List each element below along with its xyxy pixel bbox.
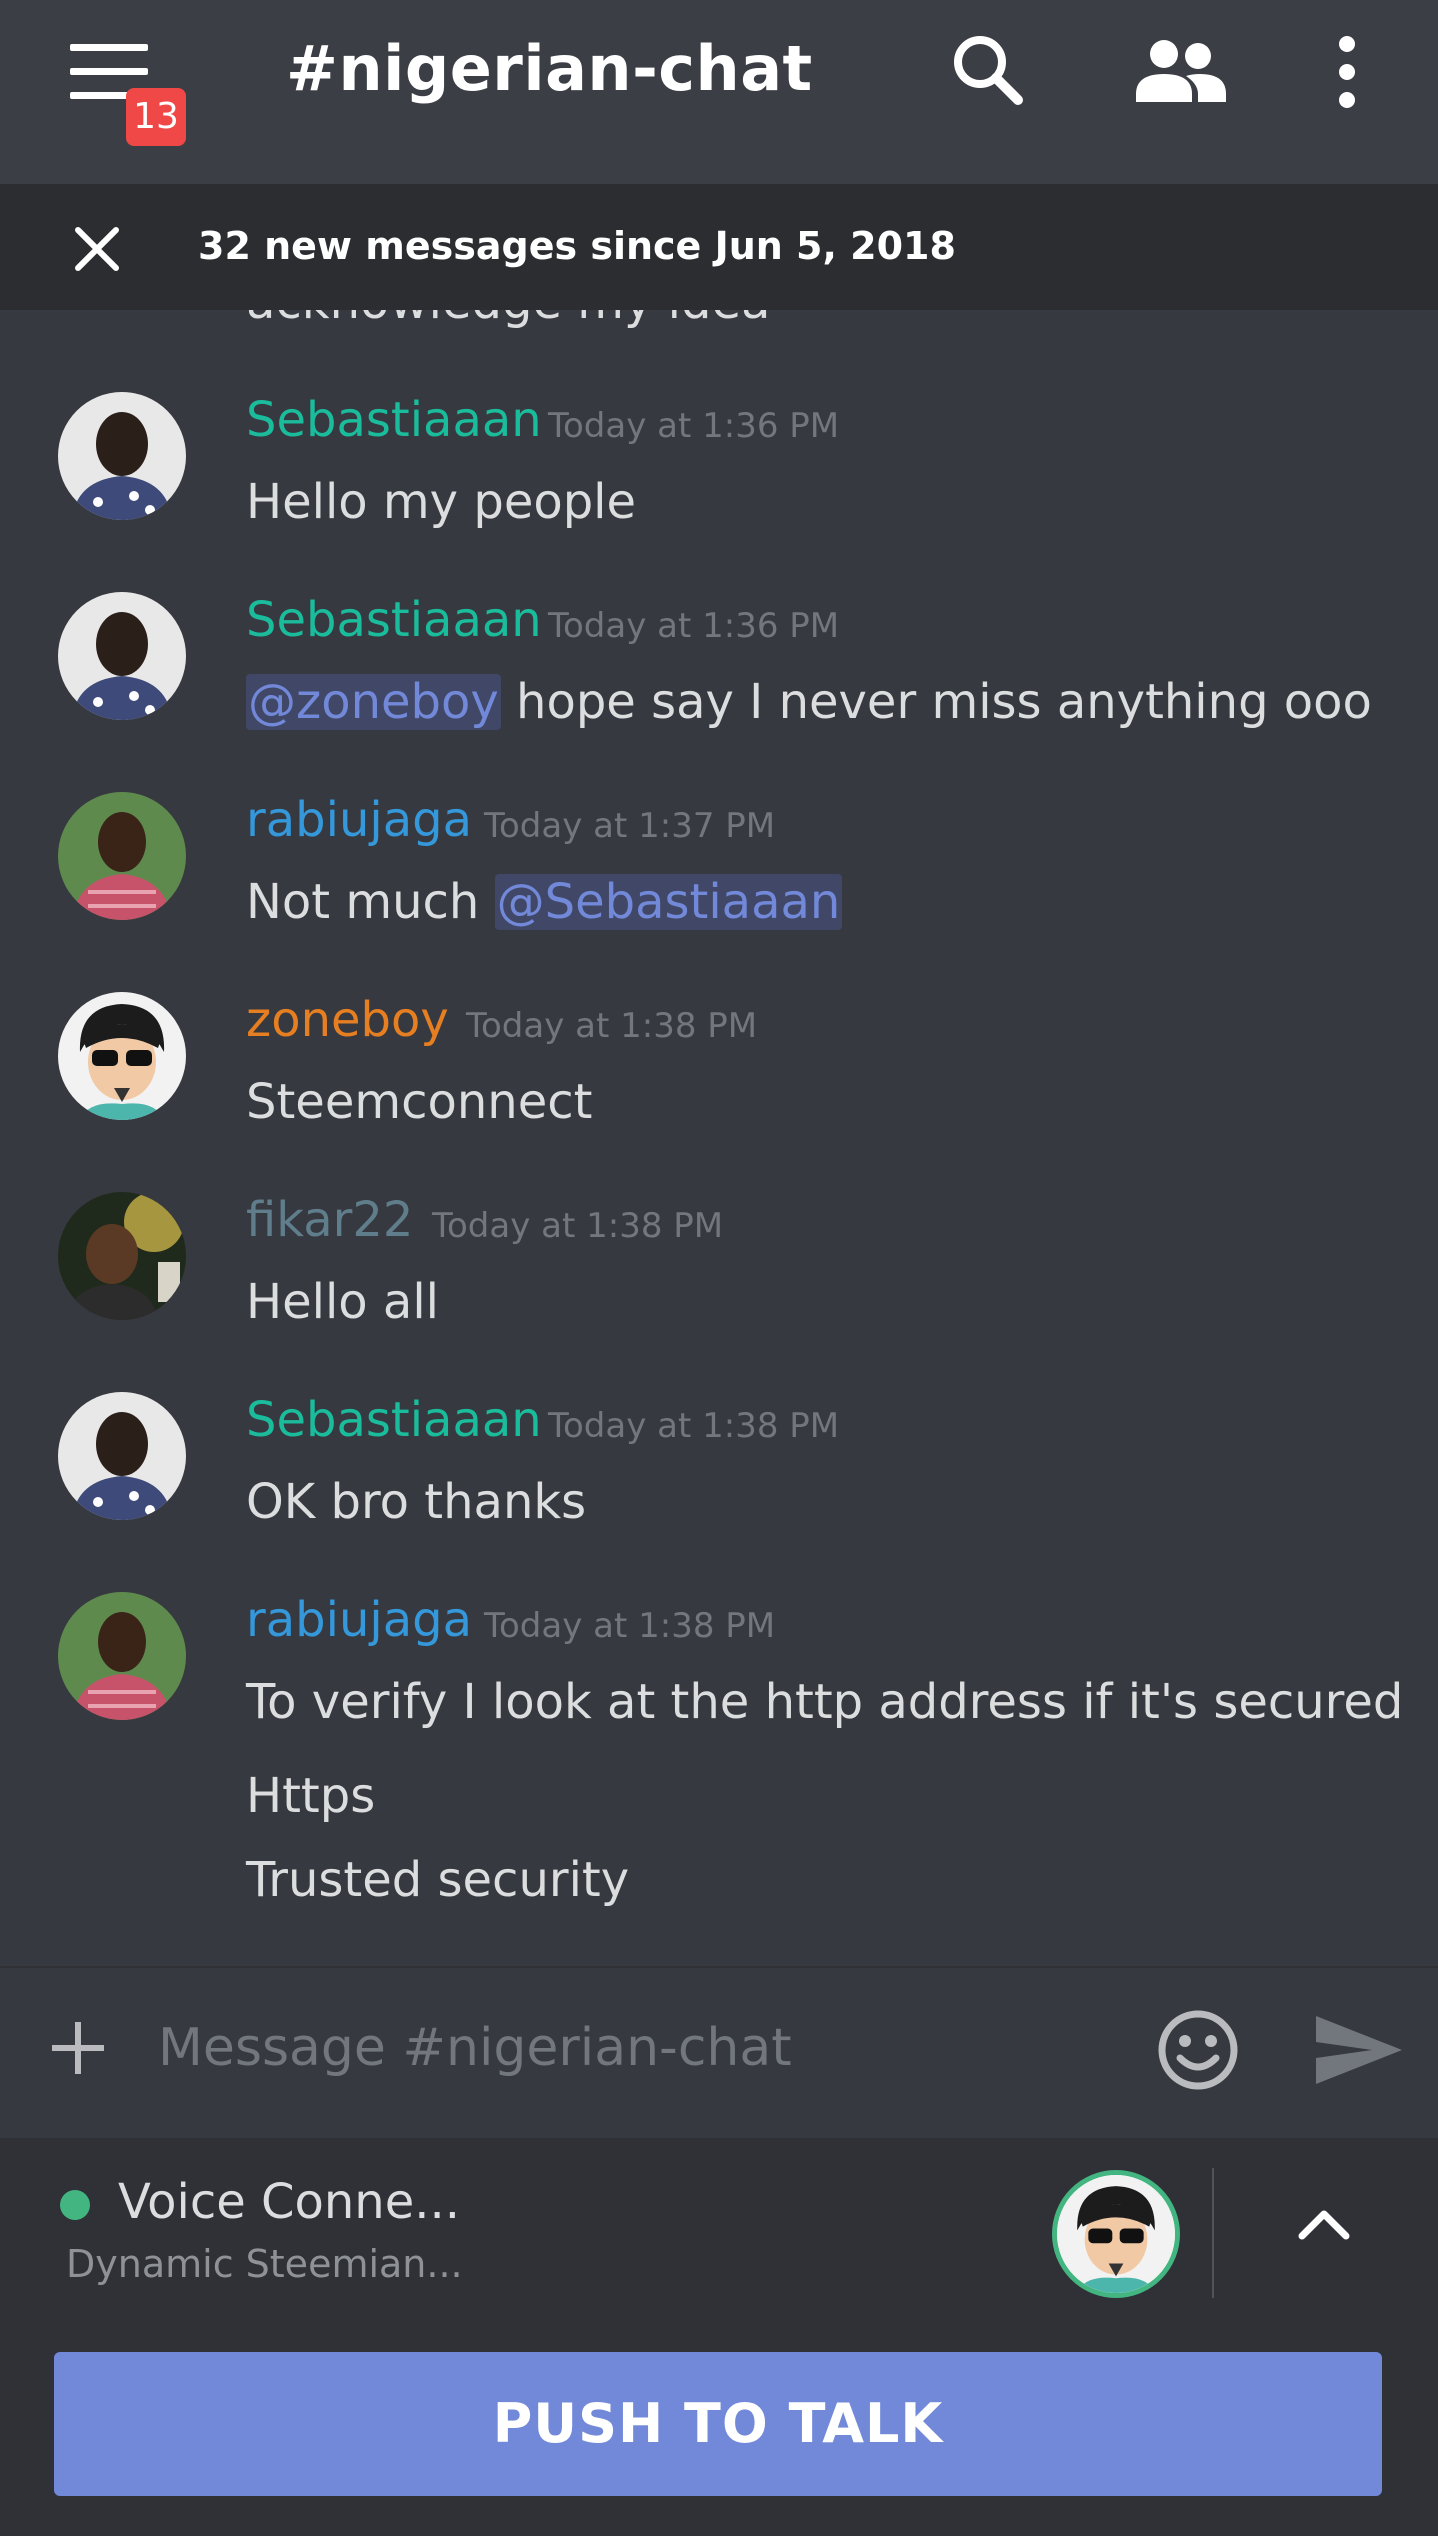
user-mention[interactable]: @zoneboy — [246, 674, 501, 730]
avatar[interactable] — [58, 1192, 186, 1320]
channel-title: #nigerian-chat — [286, 32, 813, 105]
message-author[interactable]: zoneboy — [246, 992, 449, 1048]
members-icon[interactable] — [1130, 30, 1230, 110]
message-author[interactable]: fikar22 — [246, 1192, 413, 1248]
avatar[interactable] — [58, 1392, 186, 1520]
send-icon[interactable] — [1314, 2014, 1404, 2086]
voice-user-avatar[interactable] — [1052, 2170, 1180, 2298]
chevron-up-icon[interactable] — [1296, 2204, 1352, 2244]
message-author[interactable]: Sebastiaaan — [246, 392, 542, 448]
avatar[interactable] — [58, 592, 186, 720]
message-text: @zoneboy hope say I never miss anything … — [246, 674, 1372, 730]
user-mention[interactable]: @Sebastiaaan — [494, 874, 843, 930]
emoji-icon[interactable] — [1156, 2008, 1240, 2092]
voice-status-indicator — [60, 2190, 90, 2220]
search-icon[interactable] — [948, 30, 1028, 110]
notification-badge: 13 — [126, 88, 186, 146]
message-text: Not much @Sebastiaaan — [246, 874, 843, 930]
message-text: To verify I look at the http address if … — [246, 1674, 1404, 1730]
message-author[interactable]: rabiujaga — [246, 792, 472, 848]
more-icon[interactable] — [1332, 30, 1362, 110]
message-timestamp: Today at 1:36 PM — [548, 606, 840, 646]
message-text: OK bro thanks — [246, 1474, 587, 1530]
push-to-talk-button[interactable]: PUSH TO TALK — [54, 2352, 1382, 2496]
message-text: Steemconnect — [246, 1074, 593, 1130]
message-text: Https — [246, 1768, 376, 1824]
message-list[interactable]: acknowledge my idea Sebastiaaan Today at… — [0, 310, 1438, 1966]
message-author[interactable]: Sebastiaaan — [246, 592, 542, 648]
cut-off-message: acknowledge my idea — [246, 310, 770, 330]
voice-channel[interactable]: Dynamic Steemian... — [66, 2242, 463, 2286]
message-text: Trusted security — [246, 1852, 630, 1908]
message-timestamp: Today at 1:38 PM — [432, 1206, 724, 1246]
avatar[interactable] — [58, 792, 186, 920]
message-text: Hello my people — [246, 474, 637, 530]
new-messages-text: 32 new messages since Jun 5, 2018 — [198, 224, 956, 268]
avatar[interactable] — [58, 392, 186, 520]
message-composer: Message #nigerian-chat — [0, 1966, 1438, 2140]
voice-status[interactable]: Voice Conne... — [118, 2174, 460, 2230]
avatar[interactable] — [58, 992, 186, 1120]
avatar[interactable] — [58, 1592, 186, 1720]
close-icon[interactable] — [74, 226, 120, 272]
divider — [1212, 2168, 1214, 2298]
top-bar: 13 #nigerian-chat — [0, 0, 1438, 184]
message-input[interactable]: Message #nigerian-chat — [158, 2018, 792, 2078]
message-text-segment: hope say I never miss anything ooo — [500, 674, 1372, 730]
message-text-segment: Not much — [246, 874, 495, 930]
message-timestamp: Today at 1:38 PM — [466, 1006, 758, 1046]
add-attachment-icon[interactable] — [48, 2018, 108, 2078]
message-timestamp: Today at 1:38 PM — [548, 1406, 840, 1446]
message-author[interactable]: rabiujaga — [246, 1592, 472, 1648]
message-timestamp: Today at 1:37 PM — [484, 806, 776, 846]
message-text: Hello all — [246, 1274, 440, 1330]
message-timestamp: Today at 1:38 PM — [484, 1606, 776, 1646]
new-messages-bar[interactable]: 32 new messages since Jun 5, 2018 — [0, 184, 1438, 310]
message-timestamp: Today at 1:36 PM — [548, 406, 840, 446]
message-author[interactable]: Sebastiaaan — [246, 1392, 542, 1448]
